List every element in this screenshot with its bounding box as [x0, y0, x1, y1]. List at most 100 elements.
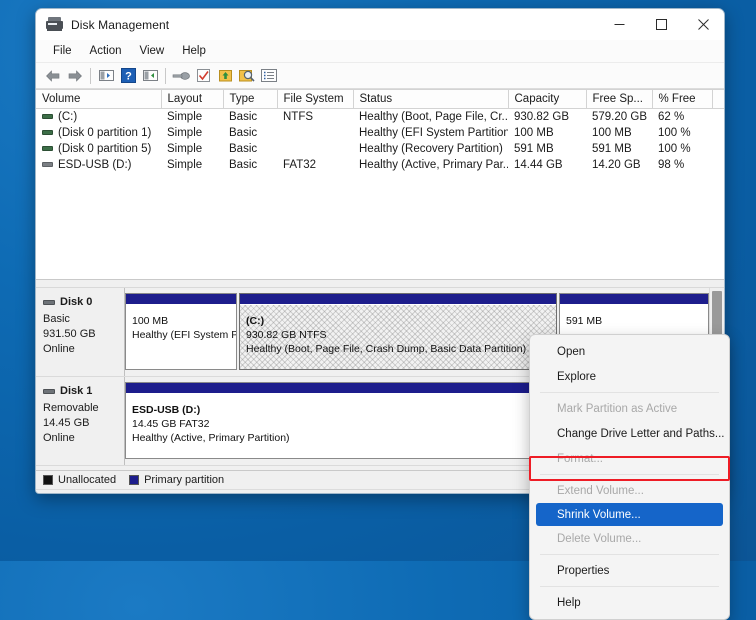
cell-capacity: 930.82 GB: [514, 111, 569, 123]
table-row[interactable]: (Disk 0 partition 5) Simple Basic Health…: [36, 141, 724, 157]
disk-info-0[interactable]: Disk 0 Basic 931.50 GB Online: [36, 288, 125, 376]
column-header-layout[interactable]: Layout: [161, 89, 224, 109]
disk-info-1[interactable]: Disk 1 Removable 14.45 GB Online: [36, 377, 125, 465]
cell-status: Healthy (Active, Primary Par...: [359, 159, 508, 171]
list-view-icon[interactable]: [258, 65, 280, 87]
menu-item-format: Format...: [557, 452, 604, 465]
partition-efi[interactable]: 100 MB Healthy (EFI System P: [125, 293, 237, 370]
menu-separator: [540, 474, 719, 475]
forward-icon[interactable]: [64, 65, 86, 87]
partition-body: 100 MB Healthy (EFI System P: [126, 305, 236, 369]
column-header-free-space[interactable]: Free Sp...: [586, 89, 653, 109]
cell-type: Basic: [229, 127, 258, 139]
legend-swatch: [43, 474, 53, 485]
menu-separator: [540, 554, 719, 555]
legend-label: Unallocated: [58, 473, 117, 486]
cell-status: Healthy (EFI System Partition): [359, 127, 508, 139]
cell-volume: (Disk 0 partition 1): [36, 125, 161, 141]
close-button[interactable]: [682, 9, 724, 40]
menu-view[interactable]: View: [131, 43, 174, 59]
volume-list-pane[interactable]: Volume Layout Type File System Status Ca…: [36, 89, 724, 279]
help-icon[interactable]: ?: [117, 65, 139, 87]
disk-icon: [43, 389, 55, 394]
menu-item-help[interactable]: Help: [530, 590, 729, 615]
table-row[interactable]: (Disk 0 partition 1) Simple Basic Health…: [36, 125, 724, 141]
menu-item-shrink-volume[interactable]: Shrink Volume...: [536, 503, 723, 526]
cell-capacity: 14.44 GB: [514, 159, 563, 171]
cell-status: Healthy (Boot, Page File, Cr...: [359, 111, 508, 123]
pane-splitter[interactable]: [36, 279, 724, 288]
partition-status: Healthy (EFI System P: [132, 329, 236, 341]
cell-free-space: 579.20 GB: [592, 111, 647, 123]
cell-free-space: 14.20 GB: [592, 159, 641, 171]
column-header-status[interactable]: Status: [353, 89, 509, 109]
rescan-disks-icon[interactable]: [192, 65, 214, 87]
table-row[interactable]: ESD-USB (D:) Simple Basic FAT32 Healthy …: [36, 157, 724, 173]
partition-color-bar: [560, 294, 708, 305]
column-header-file-system[interactable]: File System: [277, 89, 354, 109]
disk-label: Disk 1: [60, 385, 93, 397]
column-header-type[interactable]: Type: [223, 89, 278, 109]
cell-blank: [712, 109, 724, 126]
partition-body: (C:) 930.82 GB NTFS Healthy (Boot, Page …: [240, 305, 556, 369]
cell-volume: (C:): [36, 109, 161, 126]
disk-name-1: Disk 1: [43, 384, 124, 399]
menu-item-properties[interactable]: Properties: [530, 558, 729, 583]
disk-name-0: Disk 0: [43, 295, 124, 310]
cell-percent-free: 100 %: [658, 143, 691, 155]
cell-blank: [712, 141, 724, 157]
cell-percent-free: 62 %: [658, 111, 685, 123]
disk-type-0: Basic: [43, 313, 70, 325]
maximize-button[interactable]: [640, 9, 682, 40]
create-volume-icon[interactable]: [214, 65, 236, 87]
legend-label: Primary partition: [144, 473, 225, 486]
volume-label: (C:): [58, 111, 78, 123]
menu-action[interactable]: Action: [81, 43, 131, 59]
partition-status: Healthy (Boot, Page File, Crash Dump, Ba…: [246, 343, 527, 355]
examine-icon[interactable]: [236, 65, 258, 87]
menu-bar: File Action View Help: [36, 40, 724, 63]
cell-file-system: [277, 141, 353, 157]
menu-separator: [540, 392, 719, 393]
cell-blank: [712, 125, 724, 141]
cell-type: Basic: [229, 111, 258, 123]
partition-c[interactable]: (C:) 930.82 GB NTFS Healthy (Boot, Page …: [239, 293, 557, 370]
volume-icon: [42, 145, 53, 151]
toolbar: ?: [36, 63, 724, 89]
cell-file-system: NTFS: [283, 111, 314, 123]
back-icon[interactable]: [42, 65, 64, 87]
menu-item-open[interactable]: Open: [530, 339, 729, 364]
show-hide-console-tree-icon[interactable]: [139, 65, 161, 87]
context-menu: Open Explore Mark Partition as Active Ch…: [529, 334, 730, 620]
window-title: Disk Management: [71, 17, 170, 32]
volume-list-table: Volume Layout Type File System Status Ca…: [36, 89, 724, 173]
column-header-volume[interactable]: Volume: [36, 89, 162, 109]
menu-item-change-drive-letter-and-paths[interactable]: Change Drive Letter and Paths...: [530, 421, 729, 446]
menu-item-delete-volume: Delete Volume...: [557, 532, 642, 545]
cell-layout: Simple: [167, 143, 203, 155]
column-header-capacity[interactable]: Capacity: [508, 89, 587, 109]
up-one-level-icon[interactable]: [95, 65, 117, 87]
title-bar: Disk Management: [36, 9, 724, 40]
properties-icon[interactable]: [170, 65, 192, 87]
volume-label: (Disk 0 partition 1): [58, 127, 152, 139]
menu-item-explore[interactable]: Explore: [530, 364, 729, 389]
volume-icon-removable: [42, 161, 53, 167]
volume-icon: [42, 113, 53, 119]
table-row[interactable]: (C:) Simple Basic NTFS Healthy (Boot, Pa…: [36, 109, 724, 126]
disk-state-1: Online: [43, 432, 75, 444]
cell-free-space: 591 MB: [592, 143, 632, 155]
cell-layout: Simple: [167, 111, 203, 123]
menu-help[interactable]: Help: [173, 43, 215, 59]
disk-state-0: Online: [43, 343, 75, 355]
column-header-blank[interactable]: [712, 89, 724, 109]
menu-file[interactable]: File: [44, 43, 81, 59]
window-controls: [598, 9, 724, 40]
legend-item-primary-partition: Primary partition: [129, 474, 224, 486]
volume-label: (Disk 0 partition 5): [58, 143, 152, 155]
column-header-percent-free[interactable]: % Free: [652, 89, 713, 109]
legend-item-unallocated: Unallocated: [43, 474, 116, 486]
cell-blank: [712, 157, 724, 173]
minimize-button[interactable]: [598, 9, 640, 40]
cell-free-space: 100 MB: [592, 127, 632, 139]
